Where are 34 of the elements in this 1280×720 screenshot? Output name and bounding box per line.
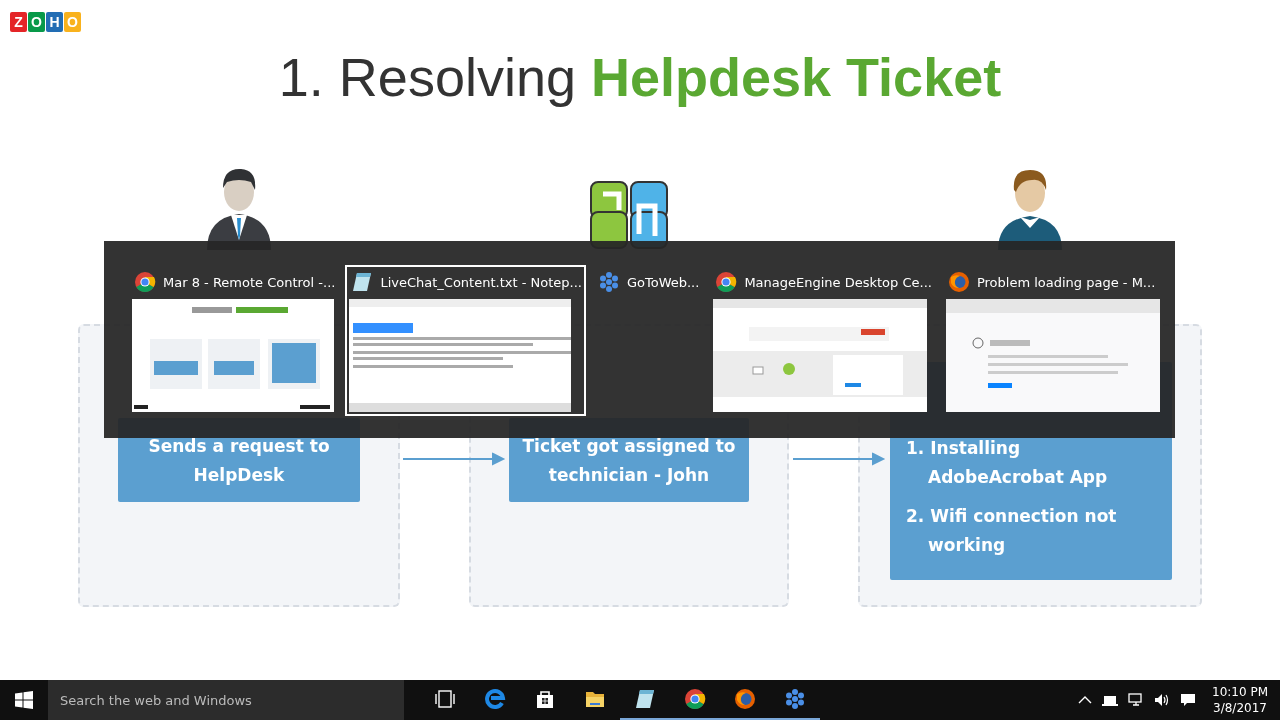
- snowflake-icon: [597, 271, 620, 293]
- windows-logo-icon: [15, 691, 33, 709]
- window-preview[interactable]: ManageEngine Desktop Ce...: [709, 265, 936, 416]
- window-preview[interactable]: Problem loading page - M...: [941, 265, 1164, 416]
- notepad-icon: [634, 688, 656, 710]
- browser-icon: [484, 688, 506, 710]
- step-text: Ticket got assigned to technician - John: [521, 435, 737, 487]
- clock-date[interactable]: 3/8/2017: [1213, 700, 1267, 716]
- logo-letter: O: [64, 12, 81, 32]
- task-view-icon: [434, 688, 456, 710]
- logo-letter: Z: [10, 12, 27, 32]
- step-text: 1. Installing AdobeAcrobat App: [906, 437, 1109, 489]
- logo-letter: H: [46, 12, 63, 32]
- step-text: 2. Wifi connection not working: [906, 505, 1118, 557]
- shopping-bag-icon: [534, 688, 556, 710]
- slide-title: 1. Resolving Helpdesk Ticket: [278, 46, 1002, 109]
- snowflake-icon: [784, 688, 806, 710]
- browser-icon: [734, 688, 756, 710]
- notepad-icon: [351, 271, 374, 293]
- window-preview[interactable]: LiveChat_Content.txt - Notep...: [345, 265, 586, 416]
- search-field[interactable]: Search the web and Windows: [48, 680, 404, 720]
- clock-time[interactable]: 10:10 PM: [1212, 684, 1268, 700]
- logo-letter: O: [28, 12, 45, 32]
- speaker-icon[interactable]: [1154, 693, 1170, 707]
- network-icon[interactable]: [1128, 693, 1144, 707]
- browser-icon: [684, 688, 706, 710]
- notification-icon[interactable]: [1180, 693, 1196, 707]
- browser-icon: [715, 271, 738, 293]
- chevron-up-icon[interactable]: [1078, 695, 1092, 705]
- window-preview[interactable]: GoToWeb...: [591, 265, 704, 299]
- step-text: Sends a request to HelpDesk: [147, 435, 331, 487]
- browser-icon: [134, 271, 156, 293]
- browser-icon: [947, 271, 970, 293]
- window-preview[interactable]: Mar 8 - Remote Control -...: [128, 265, 340, 416]
